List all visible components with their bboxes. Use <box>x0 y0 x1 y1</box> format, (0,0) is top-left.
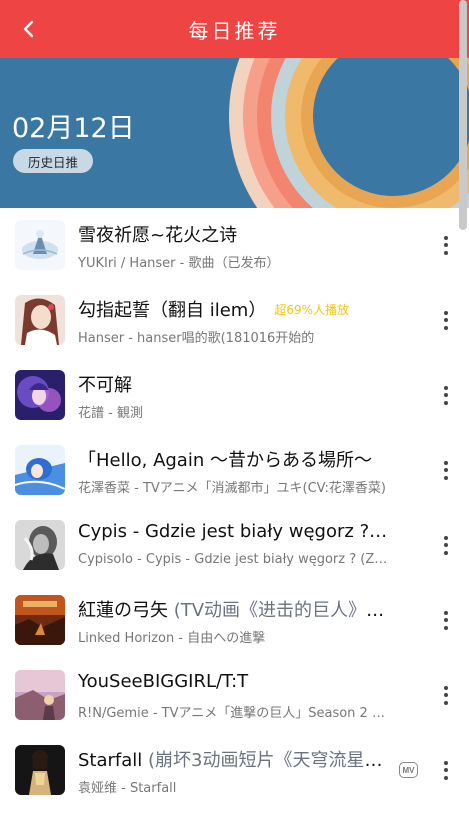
song-artist-album: YUKIri / Hanser - 歌曲（已发布） <box>78 256 280 270</box>
popularity-tag: 超69%人播放 <box>274 303 350 317</box>
song-title-note: (崩坏3动画短片《天穹流星》主题曲) <box>148 750 388 770</box>
song-artist-album: Cypisolo - Cypis - Gdzie jest biały węgo… <box>78 552 388 567</box>
song-title: 紅蓮の弓矢 (TV动画《进击的巨人》片头曲) <box>78 596 388 620</box>
album-cover <box>15 520 65 570</box>
more-options-button[interactable] <box>434 605 458 635</box>
history-recommend-button[interactable]: 历史日推 <box>13 149 93 173</box>
song-title: 勾指起誓（翻自 ilem） 超69%人播放 <box>78 300 350 320</box>
more-options-button[interactable] <box>434 305 458 335</box>
song-artist-album: Linked Horizon - 自由への進撃 <box>78 631 266 645</box>
more-options-button[interactable] <box>434 455 458 485</box>
app-header: 每日推荐 <box>0 0 469 58</box>
back-button[interactable] <box>14 14 44 44</box>
album-cover <box>15 220 65 270</box>
scrollbar[interactable] <box>459 0 467 230</box>
song-artist-album: R!N/Gemie - TVアニメ「進撃の巨人」Season 2 オリジナルサウ… <box>78 706 388 720</box>
song-item[interactable]: 不可解 花譜 - 観測 <box>0 358 469 433</box>
song-item[interactable]: 勾指起誓（翻自 ilem） 超69%人播放 Hanser - hanser唱的歌(… <box>0 283 469 358</box>
song-title: Starfall (崩坏3动画短片《天穹流星》主题曲) <box>78 746 388 770</box>
song-title: Cypis - Gdzie jest biały węgorz ? (Zejśc… <box>78 521 388 542</box>
song-list: 雪夜祈愿~花火之诗 YUKIri / Hanser - 歌曲（已发布） 勾指起誓… <box>0 208 469 808</box>
song-item[interactable]: YouSeeBIGGIRL/T:T R!N/Gemie - TVアニメ「進撃の巨… <box>0 658 469 733</box>
song-title: 「Hello, Again ～昔からある場所～ <box>78 450 372 470</box>
song-title: 雪夜祈愿~花火之诗 <box>78 225 238 245</box>
recommend-date: 02月12日 <box>12 113 135 144</box>
more-options-button[interactable] <box>434 230 458 260</box>
song-title-note: (TV动画《进击的巨人》片头曲) <box>173 600 388 620</box>
song-item[interactable]: Starfall (崩坏3动画短片《天穹流星》主题曲) 袁娅维 - Starfa… <box>0 733 469 808</box>
more-options-button[interactable] <box>434 530 458 560</box>
album-cover <box>15 670 65 720</box>
song-item[interactable]: 紅蓮の弓矢 (TV动画《进击的巨人》片头曲) Linked Horizon - … <box>0 583 469 658</box>
album-cover <box>15 370 65 420</box>
more-options-button[interactable] <box>434 380 458 410</box>
more-options-button[interactable] <box>434 755 458 785</box>
song-item[interactable]: 雪夜祈愿~花火之诗 YUKIri / Hanser - 歌曲（已发布） <box>0 208 469 283</box>
song-item[interactable]: 「Hello, Again ～昔からある場所～ 花澤香菜 - TVアニメ「消滅都… <box>0 433 469 508</box>
song-title: 不可解 <box>78 375 132 395</box>
song-artist-album: Hanser - hanser唱的歌(181016开始的 <box>78 331 315 345</box>
song-artist-album: 袁娅维 - Starfall <box>78 781 177 795</box>
page-title: 每日推荐 <box>188 18 281 43</box>
song-item[interactable]: Cypis - Gdzie jest biały węgorz ? (Zejśc… <box>0 508 469 583</box>
song-artist-album: 花澤香菜 - TVアニメ「消滅都市」ユキ(CV:花澤香菜) <box>78 481 386 495</box>
chevron-left-icon <box>23 20 34 38</box>
song-title: YouSeeBIGGIRL/T:T <box>78 671 249 692</box>
more-options-button[interactable] <box>434 680 458 710</box>
album-cover <box>15 295 65 345</box>
album-cover <box>15 595 65 645</box>
daily-banner: 02月12日 历史日推 <box>0 58 469 208</box>
song-artist-album: 花譜 - 観測 <box>78 406 143 420</box>
album-cover <box>15 445 65 495</box>
album-cover <box>15 745 65 795</box>
mv-icon[interactable]: MV <box>399 762 418 778</box>
